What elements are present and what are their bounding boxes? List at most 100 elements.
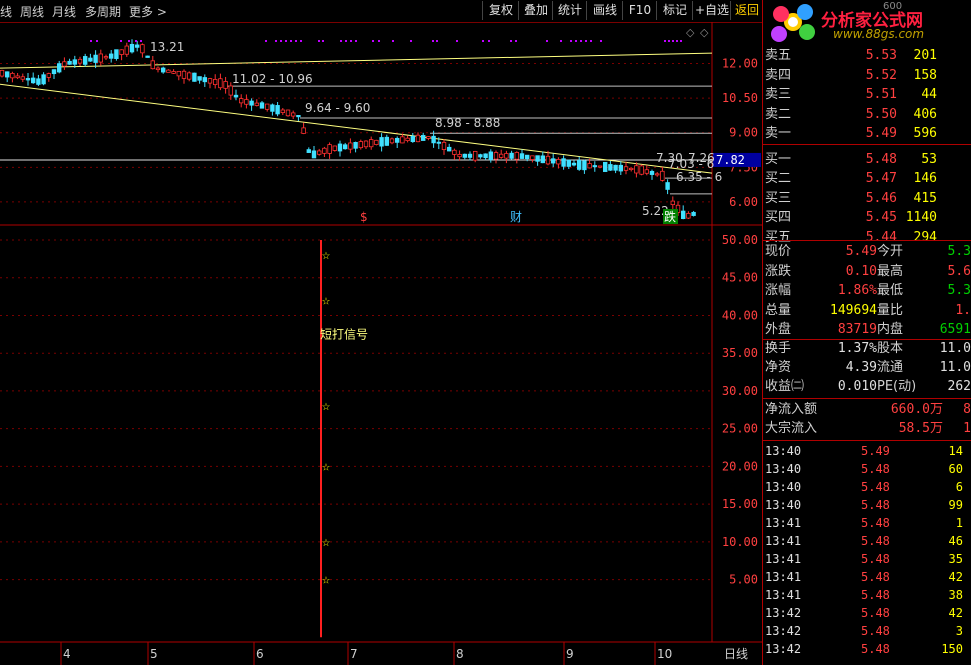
- quote-label: 股本: [877, 341, 904, 356]
- flow-row: 大宗流入 58.5万 1: [763, 420, 971, 438]
- candle: [571, 160, 577, 167]
- ob-volume: 1140: [905, 210, 937, 225]
- candle: [285, 109, 291, 117]
- candle: [10, 71, 15, 83]
- x-tick-label: 5: [150, 647, 158, 661]
- trade-price: 5.48: [861, 462, 890, 476]
- candle: [41, 72, 46, 86]
- candle: [186, 71, 192, 82]
- mark-button[interactable]: 标记: [656, 1, 693, 20]
- tab-weekly[interactable]: 周线: [20, 3, 44, 20]
- candle: [353, 141, 358, 153]
- signal-dot: [135, 40, 137, 42]
- ob-level-label: 卖一: [765, 126, 792, 141]
- ask-row: 卖一 5.49 596: [763, 124, 971, 143]
- candle: [348, 138, 353, 154]
- ind-y-tick-label: 5.00: [729, 573, 758, 587]
- candle: [472, 150, 478, 163]
- ind-y-tick-label: 45.00: [722, 271, 758, 285]
- candle: [181, 69, 187, 84]
- candle: [634, 162, 639, 178]
- quote-label: 收益㈡: [765, 379, 805, 394]
- candle: [103, 54, 109, 60]
- candle: [337, 140, 343, 157]
- flow-extra: 1: [963, 421, 971, 436]
- candle: [264, 103, 270, 112]
- back-button[interactable]: 返回: [730, 1, 763, 20]
- candle: [556, 157, 561, 169]
- candle: [446, 143, 452, 152]
- signal-dot: [275, 40, 277, 42]
- quote-label: 今开: [877, 244, 904, 259]
- candle: [504, 150, 509, 164]
- candle: [275, 101, 280, 117]
- candle: [145, 55, 150, 58]
- flow-label: 净流入额: [765, 402, 818, 417]
- logo-url: www.88gs.com: [833, 27, 925, 41]
- candle: [389, 137, 395, 145]
- ask-row: 卖三 5.51 44: [763, 85, 971, 104]
- x-tick-label: 4: [63, 647, 71, 661]
- candle: [493, 150, 499, 164]
- panel-divider: [762, 0, 763, 665]
- statistics-button[interactable]: 统计: [552, 1, 587, 20]
- signal-dot: [570, 40, 572, 42]
- candle: [160, 66, 166, 74]
- bid-row: 买三 5.46 415: [763, 189, 971, 208]
- quote-label: 最低: [877, 283, 904, 298]
- candle: [301, 122, 306, 135]
- flow-value: 660.0万: [890, 402, 943, 417]
- signal-dot: [140, 40, 142, 42]
- x-tick-label: 9: [566, 647, 574, 661]
- add-watchlist-button[interactable]: +自选: [692, 1, 731, 20]
- ob-level-label: 卖五: [765, 48, 792, 63]
- candle: [166, 69, 171, 73]
- overlay-button[interactable]: 叠加: [518, 1, 553, 20]
- trade-volume: 1: [955, 516, 963, 530]
- more-label: 更多: [129, 5, 154, 19]
- candle: [410, 132, 415, 143]
- trade-price: 5.48: [861, 498, 890, 512]
- trade-row: 13:41 5.48 38: [763, 586, 971, 604]
- trade-time: 13:40: [765, 480, 802, 494]
- signal-star: ☆: [322, 576, 331, 587]
- price-annotation: 11.02 - 10.96: [232, 72, 313, 86]
- tab-monthly[interactable]: 月线: [52, 3, 76, 20]
- trade-price: 5.48: [861, 642, 890, 656]
- flow-extra: 8: [963, 402, 971, 417]
- tab-daily[interactable]: 线: [0, 3, 12, 20]
- candle: [368, 136, 374, 150]
- candle: [259, 100, 265, 109]
- quote-label: 涨跌: [765, 263, 792, 279]
- candle: [218, 73, 223, 91]
- draw-line-button[interactable]: 画线: [586, 1, 623, 20]
- y-tick-label: 9.00: [729, 126, 758, 140]
- signal-dot: [482, 40, 484, 42]
- candle: [332, 145, 337, 152]
- price-annotation: 9.64 - 9.60: [305, 101, 370, 115]
- trade-volume: 14: [948, 444, 963, 458]
- kline-chart[interactable]: 12.0010.509.007.506.0050.0045.0040.0035.…: [0, 22, 762, 665]
- more-menu[interactable]: 更多 >: [129, 3, 167, 20]
- trade-volume: 42: [948, 570, 963, 584]
- ob-level-label: 买四: [765, 210, 792, 225]
- candle: [498, 149, 504, 159]
- candle: [327, 142, 332, 159]
- current-price-label: 7.82: [716, 153, 745, 167]
- tab-multi-period[interactable]: 多周期: [85, 3, 121, 20]
- price-annotation: 8.98 - 8.88: [435, 116, 500, 130]
- adjust-button[interactable]: 复权: [482, 1, 519, 20]
- signal-dot: [96, 40, 98, 42]
- ob-price: 5.45: [865, 210, 897, 225]
- candle: [639, 164, 644, 176]
- bid-row: 买一 5.48 53: [763, 150, 971, 169]
- trade-volume: 35: [948, 552, 963, 566]
- candle: [270, 103, 275, 116]
- f10-button[interactable]: F10: [622, 1, 657, 20]
- signal-dot: [322, 40, 324, 42]
- candle: [649, 169, 655, 180]
- candle: [618, 161, 623, 176]
- candle: [155, 66, 161, 73]
- candle: [623, 161, 629, 175]
- quote-value: 4.39: [845, 360, 877, 375]
